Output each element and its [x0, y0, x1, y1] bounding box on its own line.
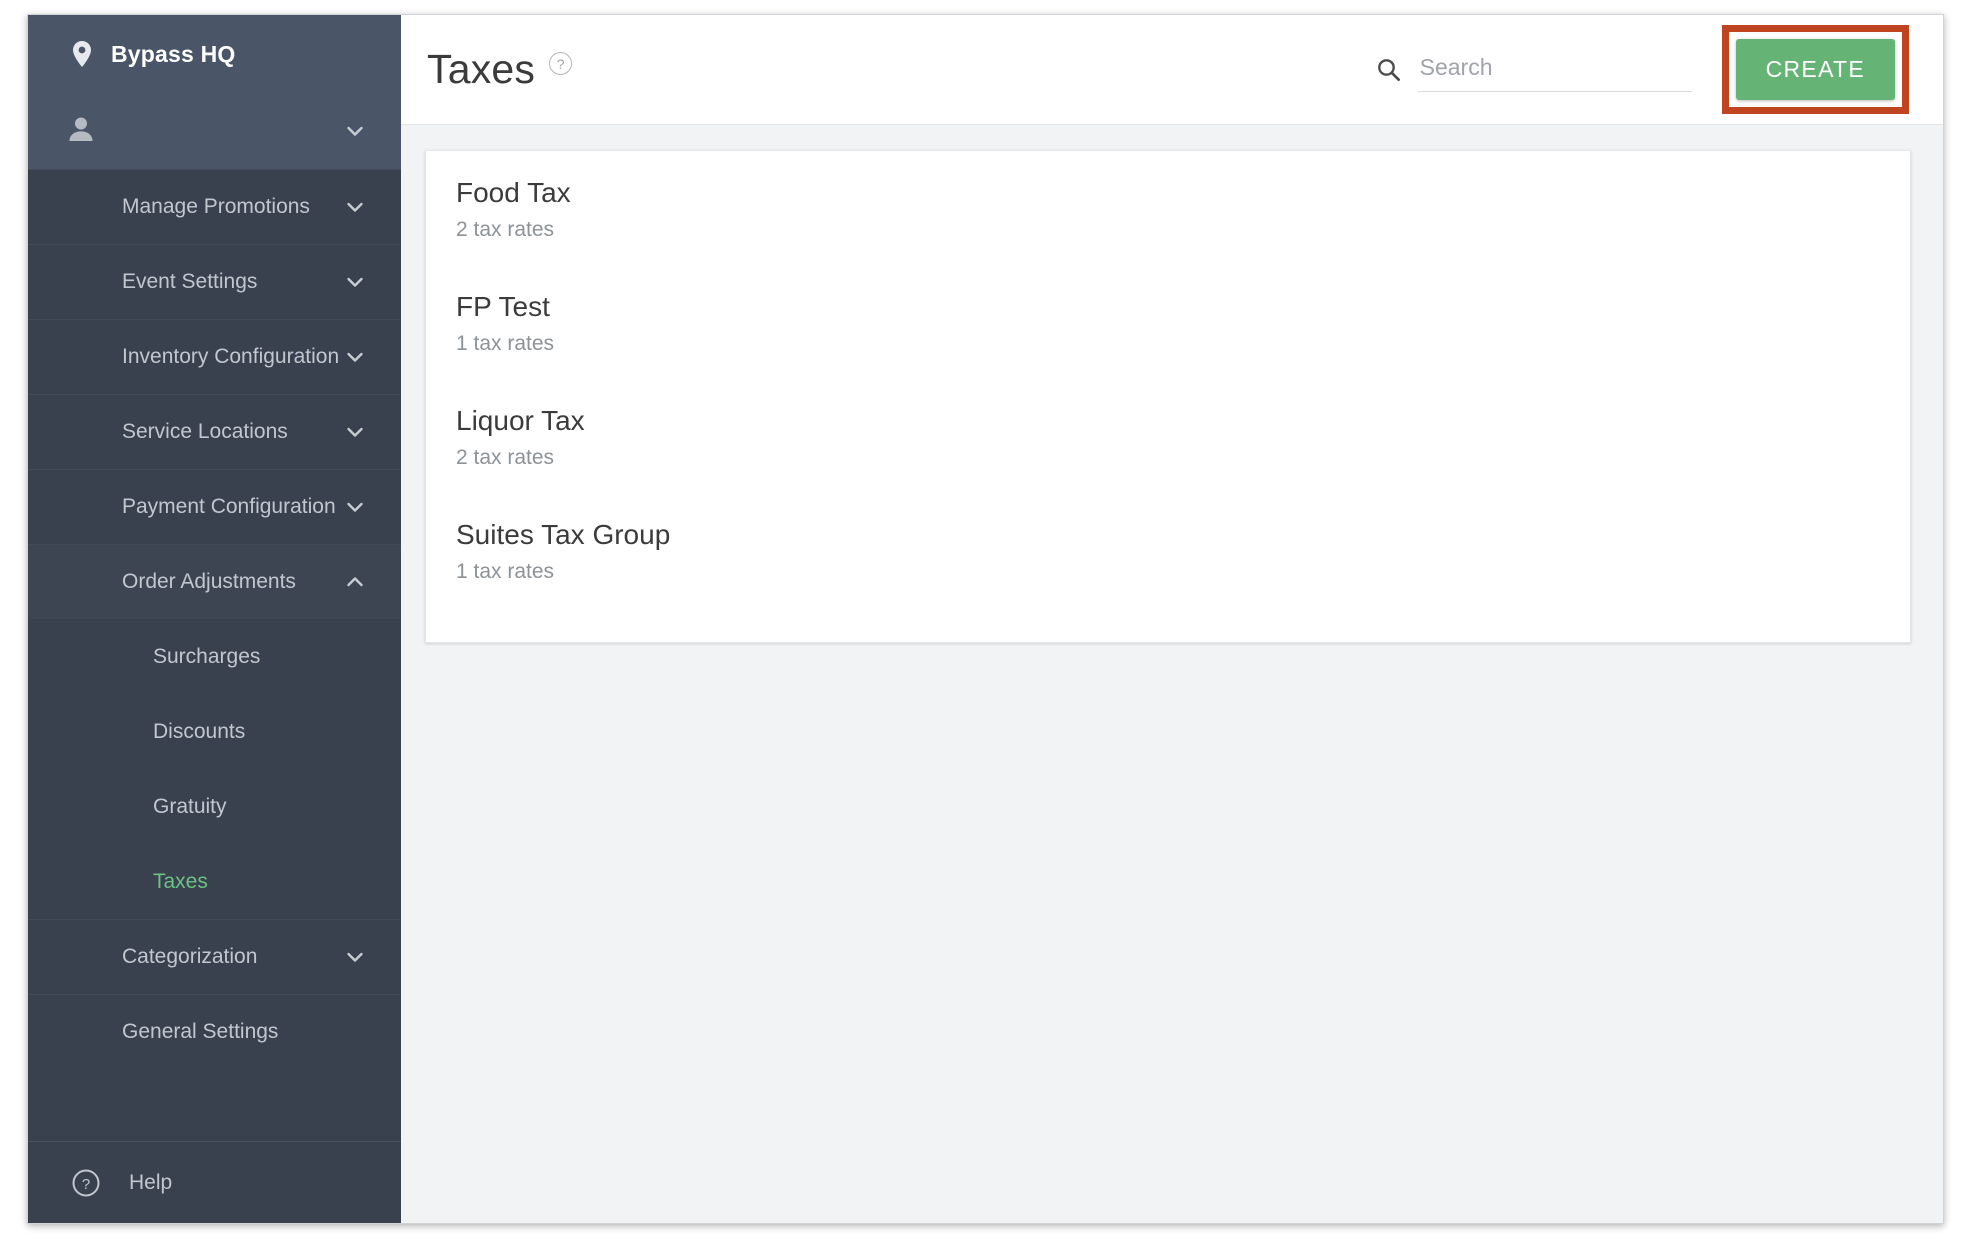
tax-groups-card: Food Tax 2 tax rates FP Test 1 tax rates…: [425, 150, 1911, 643]
sidebar-item-label: General Settings: [122, 1020, 279, 1043]
application-window: Bypass HQ Manage Promotions Event Settin…: [27, 14, 1944, 1224]
sidebar-user-menu[interactable]: [28, 93, 401, 169]
sidebar-item-payment-configuration[interactable]: Payment Configuration: [28, 469, 401, 544]
sidebar-item-label: Event Settings: [122, 270, 258, 293]
create-button[interactable]: CREATE: [1735, 39, 1895, 100]
search-icon: [1375, 56, 1402, 83]
tax-group-rates: 1 tax rates: [456, 560, 555, 583]
sidebar: Bypass HQ Manage Promotions Event Settin…: [28, 15, 401, 1223]
sidebar-item-inventory-configuration[interactable]: Inventory Configuration: [28, 319, 401, 394]
sidebar-brand[interactable]: Bypass HQ: [28, 15, 401, 93]
sidebar-item-label: Payment Configuration: [122, 495, 336, 518]
sidebar-item-label: Inventory Configuration: [122, 345, 340, 368]
sidebar-item-service-locations[interactable]: Service Locations: [28, 394, 401, 469]
list-item[interactable]: Food Tax 2 tax rates: [426, 151, 1910, 265]
sidebar-item-surcharges[interactable]: Surcharges: [28, 619, 401, 694]
sidebar-item-label: Order Adjustments: [122, 570, 296, 593]
list-item[interactable]: Liquor Tax 2 tax rates: [426, 379, 1910, 493]
sidebar-item-gratuity[interactable]: Gratuity: [28, 769, 401, 844]
page-header: Taxes ? CREATE: [401, 15, 1943, 125]
sidebar-item-discounts[interactable]: Discounts: [28, 694, 401, 769]
chevron-down-icon: [342, 419, 368, 445]
sidebar-subitem-label: Discounts: [153, 719, 246, 743]
sidebar-scroll-region[interactable]: Manage Promotions Event Settings Invento…: [28, 169, 401, 1141]
question-circle-icon: ?: [71, 1168, 101, 1198]
sidebar-item-general-settings[interactable]: General Settings: [28, 994, 401, 1069]
sidebar-subitem-label: Taxes: [153, 869, 208, 893]
sidebar-item-event-settings[interactable]: Event Settings: [28, 244, 401, 319]
search-container: [1375, 47, 1692, 92]
search-input[interactable]: [1417, 47, 1692, 92]
tax-group-rates: 1 tax rates: [456, 332, 555, 355]
tax-group-name: Suites Tax Group: [456, 519, 671, 550]
location-pin-icon: [71, 40, 93, 68]
sidebar-item-label: Service Locations: [122, 420, 288, 443]
chevron-up-icon: [342, 569, 368, 595]
create-button-highlight: CREATE: [1721, 25, 1909, 114]
tax-group-rates: 2 tax rates: [456, 446, 555, 469]
sidebar-item-categorization[interactable]: Categorization: [28, 919, 401, 994]
sidebar-subitem-label: Gratuity: [153, 794, 227, 818]
sidebar-item-label: Categorization: [122, 945, 258, 968]
tax-group-name: Food Tax: [456, 177, 571, 208]
tax-group-name: FP Test: [456, 291, 550, 322]
person-icon: [66, 114, 96, 149]
sidebar-subitem-label: Surcharges: [153, 644, 261, 668]
sidebar-item-label: Manage Promotions: [122, 195, 310, 218]
sidebar-item-manage-promotions[interactable]: Manage Promotions: [28, 169, 401, 244]
tax-group-rates: 2 tax rates: [456, 218, 555, 241]
chevron-down-icon: [342, 344, 368, 370]
help-circle-icon[interactable]: ?: [549, 52, 573, 75]
chevron-down-icon: [342, 194, 368, 220]
main-content: Taxes ? CREATE: [401, 15, 1943, 1223]
sidebar-item-help[interactable]: ? Help: [28, 1141, 401, 1223]
header-actions: CREATE: [1375, 25, 1909, 114]
sidebar-item-taxes[interactable]: Taxes: [28, 844, 401, 919]
list-item[interactable]: FP Test 1 tax rates: [426, 265, 1910, 379]
page-title: Taxes: [427, 46, 536, 92]
chevron-down-icon: [342, 494, 368, 520]
sidebar-help-label: Help: [129, 1170, 173, 1194]
svg-text:?: ?: [82, 1175, 90, 1192]
sidebar-item-order-adjustments[interactable]: Order Adjustments: [28, 544, 401, 619]
sidebar-nav-list: Manage Promotions Event Settings Invento…: [28, 169, 401, 1069]
chevron-down-icon: [342, 118, 368, 144]
content-area: Food Tax 2 tax rates FP Test 1 tax rates…: [401, 125, 1943, 1223]
tax-group-name: Liquor Tax: [456, 405, 585, 436]
chevron-down-icon: [342, 944, 368, 970]
list-item[interactable]: Suites Tax Group 1 tax rates: [426, 493, 1910, 642]
sidebar-brand-label: Bypass HQ: [111, 40, 236, 67]
chevron-down-icon: [342, 269, 368, 295]
